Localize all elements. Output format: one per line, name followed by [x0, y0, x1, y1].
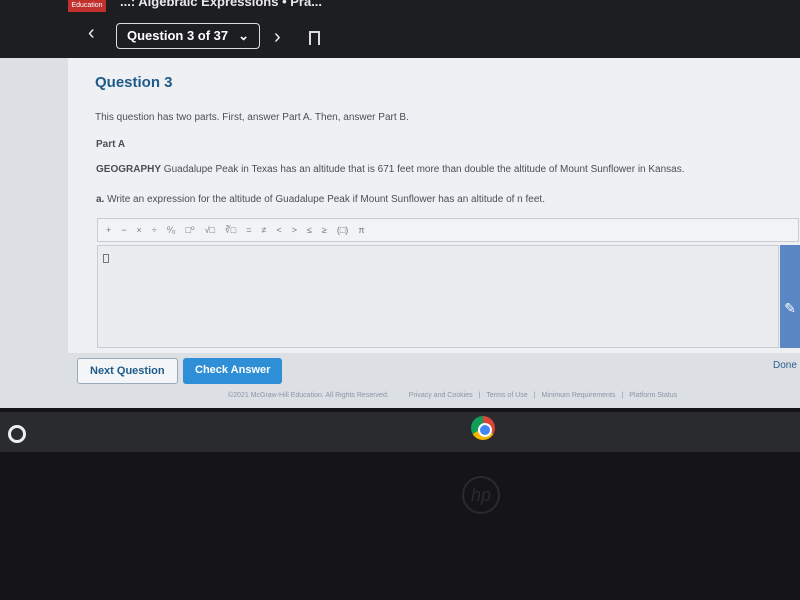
task-prefix: a. — [96, 194, 105, 205]
top-bar: Education ...: Algebraic Expressions • P… — [0, 0, 800, 58]
chevron-down-icon: ⌄ — [238, 28, 249, 43]
hp-logo: hp — [462, 476, 500, 514]
toolbar-button[interactable]: < — [276, 225, 281, 235]
toolbar-button[interactable]: (□) — [337, 225, 348, 235]
footer: ©2021 McGraw-Hill Education. All Rights … — [228, 392, 677, 399]
toolbar-button[interactable]: × — [137, 225, 142, 235]
next-question-arrow[interactable]: › — [274, 26, 281, 49]
toolbar-button[interactable]: ≥ — [322, 225, 327, 235]
os-taskbar — [0, 412, 800, 452]
requirements-link[interactable]: Minimum Requirements — [541, 392, 615, 399]
toolbar-button[interactable]: + — [106, 225, 111, 235]
launcher-icon[interactable] — [8, 425, 26, 443]
task-text: Write an expression for the altitude of … — [107, 194, 545, 205]
question-selector[interactable]: Question 3 of 37 ⌄ — [116, 23, 260, 49]
separator: | — [478, 392, 481, 399]
toolbar-button[interactable]: ≠ — [261, 225, 266, 235]
toolbar-button[interactable]: ∛□ — [225, 225, 236, 236]
math-toolbar: + − × ÷ ⁰⁄₀ □⁰ √□ ∛□ = ≠ < > ≤ ≥ (□) π — [97, 218, 799, 242]
part-label: Part A — [96, 139, 126, 150]
toolbar-button[interactable]: = — [246, 225, 251, 235]
terms-link[interactable]: Terms of Use — [486, 392, 527, 399]
question-heading: Question 3 — [95, 74, 173, 91]
toolbar-button[interactable]: > — [292, 225, 297, 235]
next-question-button[interactable]: Next Question — [77, 358, 178, 384]
handwriting-tool-button[interactable]: ✎ — [780, 245, 800, 348]
subject-label: GEOGRAPHY — [96, 164, 162, 175]
toolbar-button[interactable]: ≤ — [307, 225, 312, 235]
status-link[interactable]: Platform Status — [629, 392, 677, 399]
toolbar-button[interactable]: ÷ — [152, 225, 157, 235]
toolbar-button[interactable]: □⁰ — [186, 225, 195, 236]
placeholder-box — [103, 254, 109, 263]
toolbar-button[interactable]: √□ — [205, 225, 215, 235]
chrome-icon[interactable] — [471, 416, 495, 440]
mcgraw-hill-logo: Education — [68, 0, 106, 12]
answer-input[interactable] — [97, 245, 779, 348]
intro-text: This question has two parts. First, answ… — [95, 112, 409, 123]
separator: | — [621, 392, 624, 399]
done-button[interactable]: Done — [773, 360, 797, 371]
prompt-text: Guadalupe Peak in Texas has an altitude … — [163, 164, 685, 175]
toolbar-button[interactable]: − — [121, 225, 126, 235]
question-selector-label: Question 3 of 37 — [127, 28, 229, 43]
copyright: ©2021 McGraw-Hill Education. All Rights … — [228, 392, 389, 399]
toolbar-button[interactable]: π — [358, 225, 364, 235]
toolbar-button[interactable]: ⁰⁄₀ — [167, 225, 176, 236]
previous-question-button[interactable]: ‹ — [88, 22, 95, 45]
assignment-title: ...: Algebraic Expressions • Pra... — [120, 0, 323, 9]
bookmark-icon[interactable] — [309, 31, 320, 45]
check-answer-button[interactable]: Check Answer — [183, 358, 283, 384]
separator: | — [533, 392, 536, 399]
privacy-link[interactable]: Privacy and Cookies — [409, 392, 473, 399]
